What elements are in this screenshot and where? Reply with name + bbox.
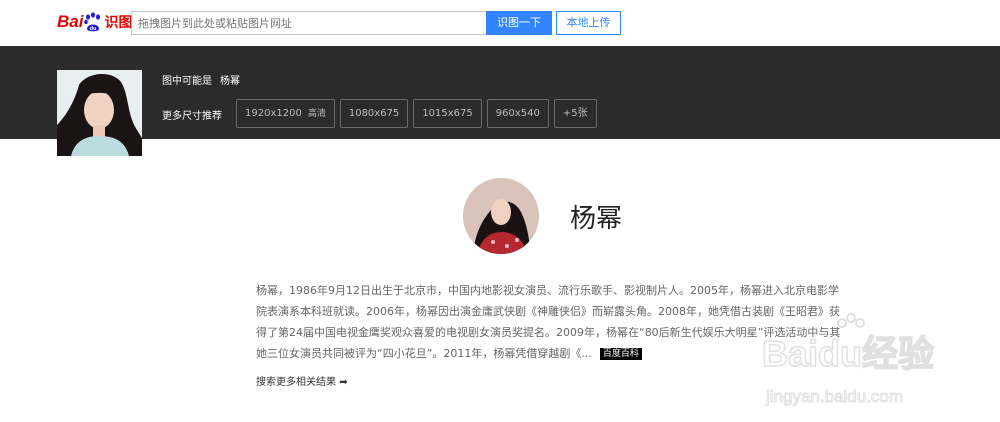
logo-text-bai: Bai [57, 12, 84, 31]
baidu-paw-icon: du [84, 12, 102, 32]
top-header: Bai du 识图 识图一下 本地上传 [0, 0, 1000, 46]
image-url-input[interactable] [131, 11, 487, 35]
person-description: 杨幂，1986年9月12日出生于北京市，中国内地影视女演员、流行乐歌手、影视制片… [256, 280, 842, 364]
person-name: 杨幂 [570, 204, 623, 234]
possible-match-name[interactable]: 杨幂 [220, 76, 240, 87]
size-option[interactable]: 1920x1200 高清 [236, 99, 335, 128]
size-option[interactable]: 960x540 [486, 99, 549, 128]
more-sizes-button[interactable]: +5张 [553, 99, 597, 128]
hd-tag: 高清 [307, 109, 326, 119]
query-image-thumbnail[interactable] [57, 70, 142, 156]
local-upload-button[interactable]: 本地上传 [556, 11, 621, 35]
size-options: 1920x1200 高清 1080x675 1015x675 960x540 +5… [236, 99, 602, 128]
size-option[interactable]: 1080x675 [339, 99, 409, 128]
description-text: 杨幂，1986年9月12日出生于北京市，中国内地影视女演员、流行乐歌手、影视制片… [256, 284, 841, 360]
size-option[interactable]: 1015x675 [413, 99, 482, 128]
baike-badge[interactable]: 百度百科 [599, 348, 642, 360]
possible-match: 图中可能是 杨幂 [162, 72, 240, 87]
avatar[interactable] [463, 178, 539, 254]
logo-text-du: du [90, 26, 97, 32]
size-option-label: +5张 [562, 108, 588, 119]
baidu-shitu-logo[interactable]: Bai du 识图 [57, 9, 132, 35]
more-sizes-label: 更多尺寸推荐 [162, 111, 222, 122]
more-results-link[interactable]: 搜索更多相关结果 ➡ [256, 373, 348, 388]
size-option-label: 960x540 [495, 108, 540, 119]
size-option-label: 1920x1200 [245, 108, 302, 119]
watermark-url: jingyan.baidu.com [765, 387, 903, 406]
arrow-right-icon: ➡ [339, 377, 348, 388]
more-results-label: 搜索更多相关结果 [256, 377, 336, 388]
size-option-label: 1080x675 [348, 108, 400, 119]
logo-text-shitu: 识图 [104, 15, 133, 31]
possible-match-label: 图中可能是 [162, 76, 212, 87]
size-option-label: 1015x675 [422, 108, 473, 119]
search-image-button[interactable]: 识图一下 [486, 11, 552, 35]
